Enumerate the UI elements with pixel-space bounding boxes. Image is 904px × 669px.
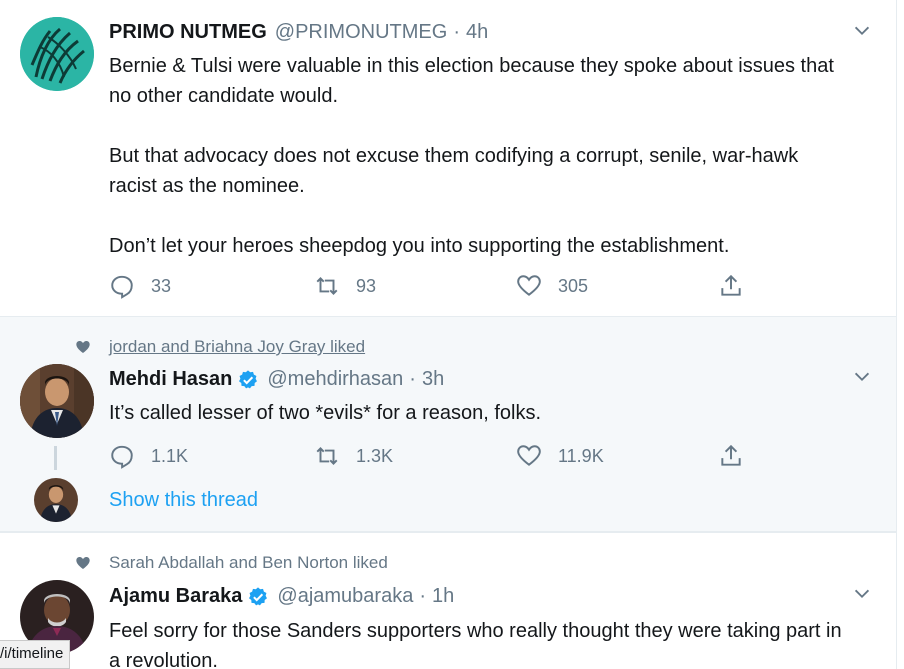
thread-connector bbox=[54, 446, 57, 470]
verified-badge-icon bbox=[239, 369, 258, 388]
like-button[interactable]: 305 bbox=[516, 273, 588, 299]
share-button[interactable] bbox=[718, 443, 744, 469]
social-context-link[interactable]: jordan and Briahna Joy Gray liked bbox=[109, 337, 365, 357]
reply-icon bbox=[111, 275, 133, 299]
social-context: jordan and Briahna Joy Gray liked bbox=[75, 337, 365, 357]
social-context-text[interactable]: Sarah Abdallah and Ben Norton liked bbox=[109, 553, 388, 573]
status-bar-url: /i/timeline bbox=[0, 640, 71, 669]
timestamp[interactable]: 1h bbox=[432, 585, 454, 608]
heart-icon bbox=[517, 445, 541, 466]
tweet[interactable]: PRIMO NUTMEG @PRIMONUTMEG · 4h Bernie & … bbox=[0, 0, 896, 317]
retweet-button[interactable]: 93 bbox=[314, 273, 376, 299]
author-handle[interactable]: @ajamubaraka bbox=[277, 585, 413, 608]
author-name[interactable]: PRIMO NUTMEG bbox=[109, 21, 267, 44]
chevron-down-icon[interactable] bbox=[851, 583, 873, 605]
share-button[interactable] bbox=[718, 273, 744, 299]
retweet-icon bbox=[316, 447, 338, 465]
retweet-count: 93 bbox=[356, 275, 377, 296]
author-name[interactable]: Mehdi Hasan bbox=[109, 368, 232, 391]
show-thread-link[interactable]: Show this thread bbox=[109, 489, 258, 512]
author-handle[interactable]: @PRIMONUTMEG bbox=[275, 21, 448, 44]
timeline: PRIMO NUTMEG @PRIMONUTMEG · 4h Bernie & … bbox=[0, 0, 897, 669]
author-handle[interactable]: @mehdirhasan bbox=[267, 368, 403, 391]
timestamp[interactable]: 4h bbox=[466, 21, 488, 44]
like-button[interactable]: 11.9K bbox=[516, 443, 604, 469]
reply-icon bbox=[111, 445, 133, 469]
like-count: 305 bbox=[558, 275, 589, 296]
heart-icon bbox=[517, 275, 541, 296]
tweet-text: Feel sorry for those Sanders supporters … bbox=[109, 620, 842, 669]
heart-icon bbox=[76, 557, 90, 569]
verified-badge-icon bbox=[249, 586, 268, 605]
tweet-text: It’s called lesser of two *evils* for a … bbox=[109, 402, 542, 424]
author-name[interactable]: Ajamu Baraka bbox=[109, 585, 242, 608]
separator: · bbox=[409, 368, 416, 390]
separator: · bbox=[453, 21, 460, 43]
social-context: Sarah Abdallah and Ben Norton liked bbox=[75, 553, 388, 573]
tweet-text: Bernie & Tulsi were valuable in this ele… bbox=[109, 55, 834, 257]
timestamp[interactable]: 3h bbox=[422, 368, 444, 391]
reply-count: 1.1K bbox=[151, 445, 189, 466]
tweet[interactable]: jordan and Briahna Joy Gray liked Mehdi … bbox=[0, 317, 896, 532]
reply-count: 33 bbox=[151, 275, 172, 296]
separator: · bbox=[419, 585, 427, 607]
avatar[interactable] bbox=[20, 364, 94, 438]
reply-button[interactable]: 1.1K bbox=[109, 443, 188, 469]
reply-button[interactable]: 33 bbox=[109, 273, 171, 299]
tweet[interactable]: Sarah Abdallah and Ben Norton liked Ajam… bbox=[0, 532, 896, 669]
heart-icon bbox=[76, 341, 90, 353]
thread-avatar[interactable] bbox=[34, 478, 78, 522]
retweet-icon bbox=[316, 277, 338, 295]
retweet-count: 1.3K bbox=[356, 445, 394, 466]
like-count: 11.9K bbox=[558, 445, 604, 466]
chevron-down-icon[interactable] bbox=[851, 20, 873, 42]
avatar[interactable] bbox=[20, 17, 94, 91]
chevron-down-icon[interactable] bbox=[851, 366, 873, 388]
share-icon bbox=[721, 274, 741, 296]
share-icon bbox=[721, 444, 741, 466]
retweet-button[interactable]: 1.3K bbox=[314, 443, 393, 469]
